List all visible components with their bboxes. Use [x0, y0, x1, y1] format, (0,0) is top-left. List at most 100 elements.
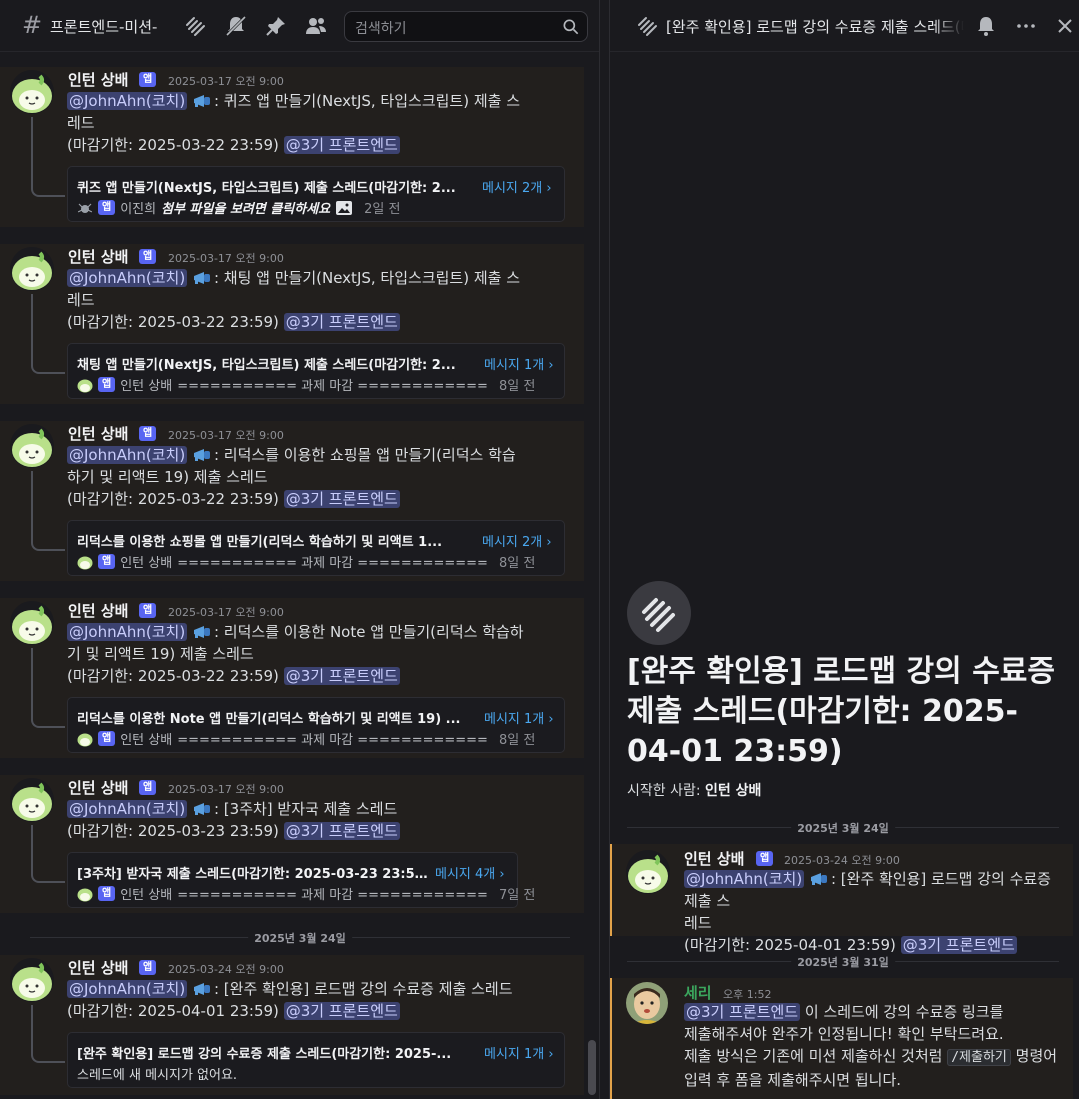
author-name[interactable]: 인턴 상배	[68, 777, 128, 798]
thread-starter: 시작한 사람: 인턴 상배	[627, 780, 761, 800]
mention-role[interactable]: @3기 프론트엔드	[283, 136, 400, 154]
author-name[interactable]: 인턴 상배	[68, 423, 128, 444]
pin-icon[interactable]	[264, 14, 288, 38]
avatar[interactable]	[10, 778, 54, 822]
mention-coach[interactable]: @JohnAhn(코치)	[67, 800, 188, 818]
thread-title[interactable]: 리덕스를 이용한 Note 앱 만들기(리덕스 학습하기 및 리액트 19) .…	[77, 708, 469, 727]
search-box[interactable]: 검색하기	[344, 11, 588, 42]
author-name[interactable]: 인턴 상배	[684, 848, 744, 869]
bell-icon[interactable]	[974, 14, 998, 38]
mention-coach[interactable]: @JohnAhn(코치)	[67, 446, 188, 464]
close-icon[interactable]	[1053, 14, 1077, 38]
message-text: : 채팅 앱 만들기(NextJS, 타입스크립트) 제출 스	[213, 269, 521, 287]
avatar[interactable]	[10, 70, 54, 114]
deadline-text: (마감기한: 2025-03-22 23:59)	[67, 313, 279, 331]
message-text: : 리덕스를 이용한 Note 앱 만들기(리덕스 학습하	[213, 623, 524, 641]
thread-title[interactable]: 리덕스를 이용한 쇼핑몰 앱 만들기(리덕스 학습하기 및 리액트 1...	[77, 531, 469, 550]
mention-role[interactable]: @3기 프론트엔드	[283, 667, 400, 685]
mention-coach[interactable]: @JohnAhn(코치)	[67, 980, 188, 998]
thread-preview-card[interactable]: [3주차] 받자국 제출 스레드(마감기한: 2025-03-23 23:59)…	[67, 852, 535, 908]
members-icon[interactable]	[304, 14, 328, 38]
author-name[interactable]: 세리	[684, 982, 712, 1003]
thread-message-count[interactable]: 메시지 1개 ›	[484, 354, 554, 373]
scrollbar-thumb[interactable]	[588, 1040, 596, 1095]
message-text: 제출 방식은 기존에 미션 제출하신 것처럼	[684, 1047, 948, 1065]
starter-name[interactable]: 인턴 상배	[705, 783, 761, 799]
thread-title[interactable]: 채팅 앱 만들기(NextJS, 타입스크립트) 제출 스레드(마감기한: 2.…	[77, 354, 469, 373]
mention-coach[interactable]: @JohnAhn(코치)	[67, 269, 188, 287]
thread-last-message: =========== 과제 마감 ============	[177, 888, 488, 903]
timestamp: 2025-03-17 오전 9:00	[168, 783, 284, 796]
message-content: @JohnAhn(코치) : 리덕스를 이용한 쇼핑몰 앱 만들기(리덕스 학습…	[67, 444, 567, 510]
threads-icon[interactable]	[184, 14, 208, 38]
timestamp: 2025-03-17 오전 9:00	[168, 252, 284, 265]
search-icon[interactable]	[561, 17, 581, 37]
more-options-icon[interactable]	[1014, 14, 1038, 38]
mention-role[interactable]: @3기 프론트엔드	[684, 1003, 801, 1021]
thread-preview-card[interactable]: [완주 확인용] 로드맵 강의 수료증 제출 스레드(마감기한: 2025-..…	[67, 1032, 565, 1088]
megaphone-icon	[193, 449, 210, 461]
author-name[interactable]: 인턴 상배	[68, 957, 128, 978]
thread-preview-card[interactable]: 리덕스를 이용한 쇼핑몰 앱 만들기(리덕스 학습하기 및 리액트 1... 메시…	[67, 520, 565, 576]
avatar[interactable]	[10, 424, 54, 468]
thread-last-message: 첨부 파일을 보려면 클릭하세요	[161, 202, 331, 217]
channel-header: # 프론트엔드-미션- 검색하기	[0, 0, 599, 52]
avatar[interactable]	[10, 247, 54, 291]
thread-message-count[interactable]: 메시지 4개 ›	[435, 863, 505, 882]
mention-role[interactable]: @3기 프론트엔드	[283, 1002, 400, 1020]
date-divider: 2025년 3월 31일	[627, 954, 1059, 970]
thread-last-message: 스레드에 새 메시지가 없어요.	[77, 1068, 238, 1083]
app-badge: 앱	[139, 960, 157, 975]
thread-message-count[interactable]: 메시지 2개 ›	[482, 177, 552, 196]
thread-title[interactable]: [완주 확인용] 로드맵 강의 수료증 제출 스레드(마감기한: 2025-..…	[77, 1043, 469, 1062]
author-name[interactable]: 인턴 상배	[68, 69, 128, 90]
message-text: 제출해주셔야 완주가 인정됩니다! 확인 부탁드려요.	[684, 1025, 1004, 1043]
thread-last-message: =========== 과제 마감 ============	[177, 379, 488, 394]
thread-last-message-row: 앱 이진희 첨부 파일을 보려면 클릭하세요 2일 전	[77, 198, 400, 217]
slash-command: /제출하기	[947, 1049, 1011, 1066]
thread-last-author: 인턴 상배	[120, 888, 173, 903]
thread-empty-text: 스레드에 새 메시지가 없어요.	[77, 1064, 237, 1083]
megaphone-icon	[810, 873, 827, 885]
mention-role[interactable]: @3기 프론트엔드	[283, 490, 400, 508]
thread-preview-card[interactable]: 리덕스를 이용한 Note 앱 만들기(리덕스 학습하기 및 리액트 19) .…	[67, 697, 565, 753]
deadline-text: (마감기한: 2025-04-01 23:59)	[67, 1002, 279, 1020]
thread-preview-card[interactable]: 채팅 앱 만들기(NextJS, 타입스크립트) 제출 스레드(마감기한: 2.…	[67, 343, 565, 399]
mention-coach[interactable]: @JohnAhn(코치)	[67, 92, 188, 110]
thread-preview-card[interactable]: 퀴즈 앱 만들기(NextJS, 타입스크립트) 제출 스레드(마감기한: 2.…	[67, 166, 565, 222]
avatar	[77, 554, 93, 570]
author-name[interactable]: 인턴 상배	[68, 600, 128, 621]
channel-title[interactable]: 프론트엔드-미션-	[50, 16, 172, 37]
avatar[interactable]	[10, 958, 54, 1002]
author-name[interactable]: 인턴 상배	[68, 246, 128, 267]
megaphone-icon	[193, 803, 210, 815]
message-item: 인턴 상배 앱 2025-03-17 오전 9:00 @JohnAhn(코치) : 리…	[0, 421, 584, 581]
avatar[interactable]	[626, 850, 670, 894]
bell-muted-icon[interactable]	[224, 14, 248, 38]
timestamp: 2025-03-17 오전 9:00	[168, 75, 284, 88]
deadline-text: (마감기한: 2025-03-22 23:59)	[67, 490, 279, 508]
avatar[interactable]	[626, 982, 668, 1024]
search-input[interactable]: 검색하기	[355, 18, 407, 38]
thread-message-count[interactable]: 메시지 1개 ›	[484, 1043, 554, 1062]
mention-role[interactable]: @3기 프론트엔드	[283, 313, 400, 331]
thread-title[interactable]: [3주차] 받자국 제출 스레드(마감기한: 2025-03-23 23:59)	[77, 863, 429, 882]
thread-title[interactable]: 퀴즈 앱 만들기(NextJS, 타입스크립트) 제출 스레드(마감기한: 2.…	[77, 177, 469, 196]
thread-last-author: 인턴 상배	[120, 379, 173, 394]
deadline-text: (마감기한: 2025-03-23 23:59)	[67, 822, 279, 840]
thread-message: 세리 오후 1:52 @3기 프론트엔드 이 스레드에 강의 수료증 링크를 제…	[610, 978, 1073, 1099]
thread-message-count[interactable]: 메시지 1개 ›	[484, 708, 554, 727]
deadline-text: (마감기한: 2025-04-01 23:59)	[684, 936, 896, 954]
avatar[interactable]	[10, 601, 54, 645]
mention-coach[interactable]: @JohnAhn(코치)	[67, 623, 188, 641]
mention-coach[interactable]: @JohnAhn(코치)	[684, 870, 805, 888]
date-divider-label: 2025년 3월 24일	[791, 820, 895, 836]
mention-role[interactable]: @3기 프론트엔드	[283, 822, 400, 840]
thread-connector	[31, 1005, 65, 1063]
thread-last-author: 인턴 상배	[120, 733, 173, 748]
thread-message-count[interactable]: 메시지 2개 ›	[482, 531, 552, 550]
mention-role[interactable]: @3기 프론트엔드	[900, 936, 1017, 954]
starter-label: 시작한 사람:	[627, 783, 701, 799]
megaphone-icon	[193, 983, 210, 995]
thread-last-message: =========== 과제 마감 ============	[177, 733, 488, 748]
